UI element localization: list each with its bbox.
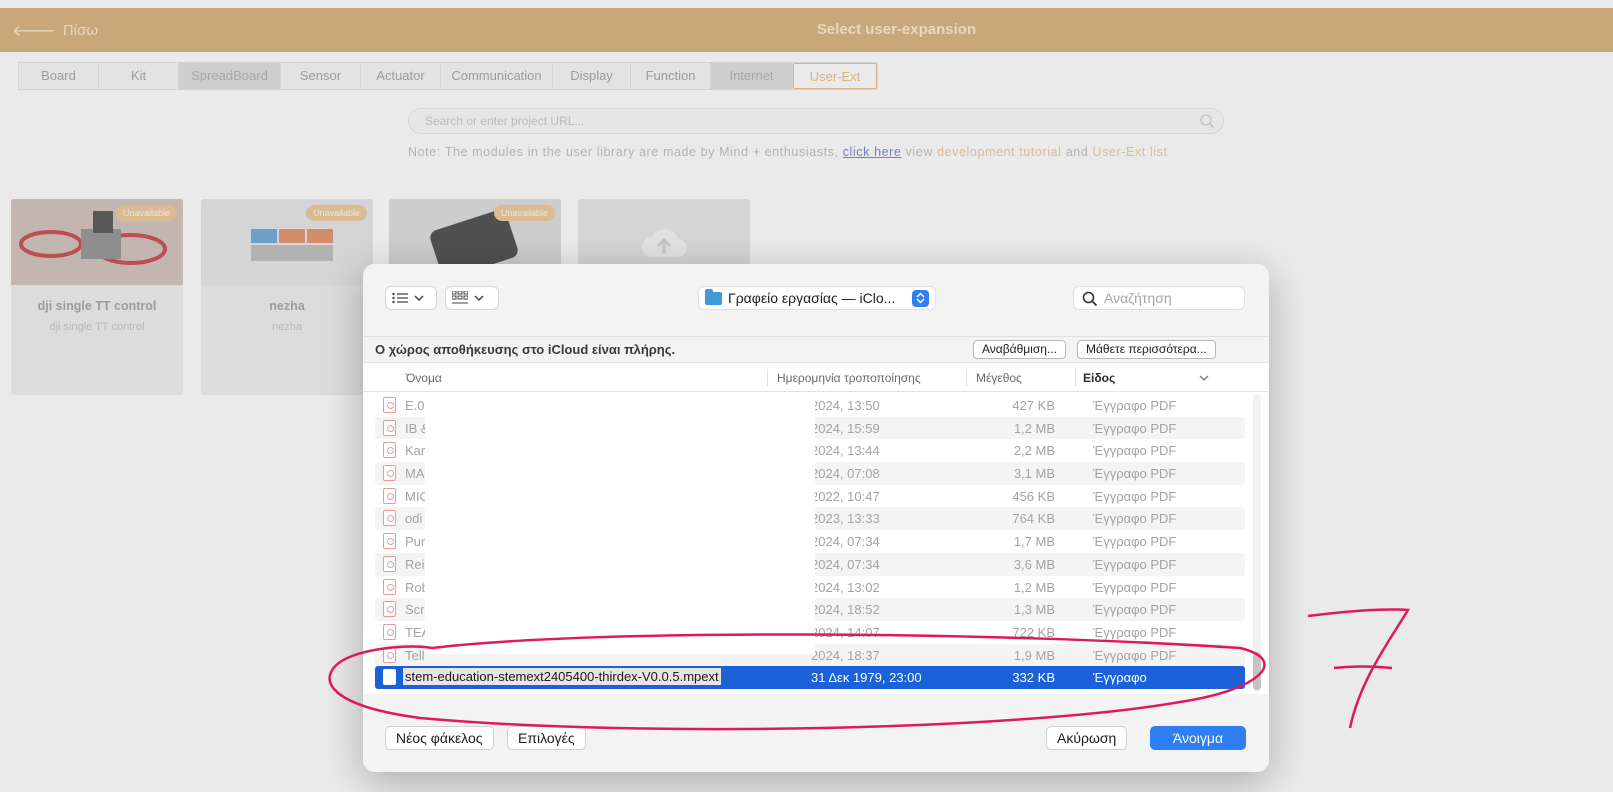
handdrawn-annotation (328, 608, 1411, 731)
annotation-number-seven (1307, 608, 1411, 729)
annotation-ellipse (328, 633, 1266, 731)
